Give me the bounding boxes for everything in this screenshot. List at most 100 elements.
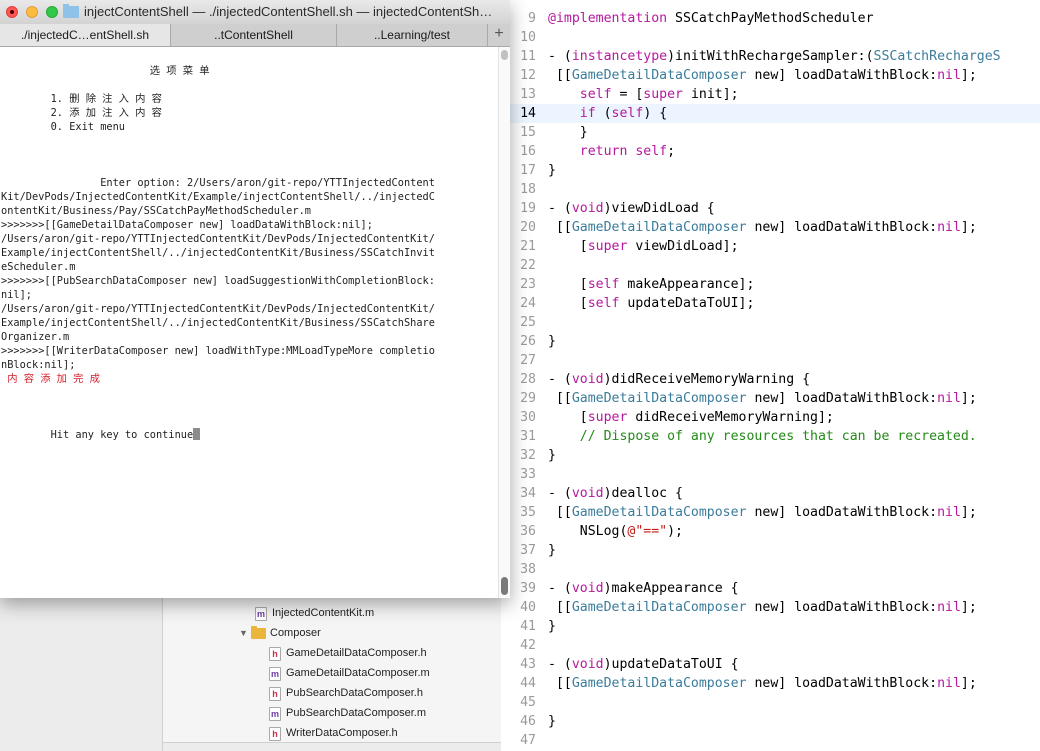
code-token: SSCatchRechargeS xyxy=(873,49,1001,64)
terminal-line-text: >>>>>>>[[PubSearchDataComposer new] load… xyxy=(1,275,435,287)
tab-injected-content-shell[interactable]: ./injectedC…entShell.sh xyxy=(0,24,171,46)
code-line[interactable]: 44 [[GameDetailDataComposer new] loadDat… xyxy=(500,674,1040,693)
terminal-line: nBlock:nil]; xyxy=(1,358,75,372)
line-number: 42 xyxy=(520,638,536,653)
text-cursor xyxy=(193,428,201,440)
code-line[interactable]: 16 return self; xyxy=(500,142,1040,161)
code-line[interactable]: 30 [super didReceiveMemoryWarning]; xyxy=(500,408,1040,427)
code-line[interactable]: 36 NSLog(@"=="); xyxy=(500,522,1040,541)
code-text: - (void)dealloc { xyxy=(548,484,683,503)
code-editor[interactable]: 9 @implementation SSCatchPayMethodSchedul… xyxy=(500,0,1040,751)
code-line[interactable]: 41} xyxy=(500,617,1040,636)
line-number: 43 xyxy=(520,657,536,672)
code-text: [[GameDetailDataComposer new] loadDataWi… xyxy=(548,218,977,237)
minimize-window-button[interactable] xyxy=(26,6,38,18)
code-token: [ xyxy=(548,410,588,425)
terminal-line: 选 项 菜 单 xyxy=(1,64,210,78)
terminal-titlebar[interactable]: injectContentShell — ./injectedContentSh… xyxy=(0,0,510,25)
disclosure-triangle-icon[interactable]: ▼ xyxy=(239,623,248,643)
code-line[interactable]: 33 xyxy=(500,465,1040,484)
code-line[interactable]: 9 @implementation SSCatchPayMethodSchedul… xyxy=(500,9,1040,28)
objc-source-file-icon: m xyxy=(269,667,281,681)
code-line[interactable]: 37} xyxy=(500,541,1040,560)
code-line[interactable]: 39- (void)makeAppearance { xyxy=(500,579,1040,598)
code-token: // Dispose of any resources that can be … xyxy=(579,429,977,444)
code-line[interactable]: 22 xyxy=(500,256,1040,275)
code-line[interactable]: 27 xyxy=(500,351,1040,370)
code-line[interactable]: 23 [self makeAppearance]; xyxy=(500,275,1040,294)
code-text: [[GameDetailDataComposer new] loadDataWi… xyxy=(548,66,977,85)
code-line[interactable]: 43 - (void)updateDataToUI { xyxy=(500,655,1040,674)
code-token: void xyxy=(571,486,604,501)
terminal-line: 内 容 添 加 完 成 xyxy=(1,372,100,386)
code-text: [super didReceiveMemoryWarning]; xyxy=(548,408,834,427)
code-line[interactable]: 20 [[GameDetailDataComposer new] loadDat… xyxy=(500,218,1040,237)
terminal-scrollbar[interactable] xyxy=(498,47,510,598)
code-token: self xyxy=(635,144,668,159)
code-line[interactable]: 26} xyxy=(500,332,1040,351)
code-line[interactable]: 31 // Dispose of any resources that can … xyxy=(500,427,1040,446)
code-token: } xyxy=(548,714,556,729)
code-line[interactable]: 15 } xyxy=(500,123,1040,142)
code-line[interactable]: 40 [[GameDetailDataComposer new] loadDat… xyxy=(500,598,1040,617)
zoom-window-button[interactable] xyxy=(46,6,58,18)
terminal-window: injectContentShell — ./injectedContentSh… xyxy=(0,0,510,598)
code-line[interactable]: 11- (instancetype)initWithRechargeSample… xyxy=(500,47,1040,66)
terminal-line-text: /Users/aron/git-repo/YTTInjectedContentK… xyxy=(1,303,435,315)
code-line[interactable]: 29 [[GameDetailDataComposer new] loadDat… xyxy=(500,389,1040,408)
code-line[interactable]: 32} xyxy=(500,446,1040,465)
code-token: ]; xyxy=(960,676,977,691)
code-line[interactable]: 13 self = [super init]; xyxy=(500,85,1040,104)
code-token: if xyxy=(579,106,596,121)
code-line[interactable]: 21 [super viewDidLoad]; xyxy=(500,237,1040,256)
code-token: @implementation xyxy=(548,11,668,26)
new-tab-button[interactable]: + xyxy=(488,24,510,46)
code-line[interactable]: 24 [self updateDataToUI]; xyxy=(500,294,1040,313)
terminal-line-text: nBlock:nil]; xyxy=(1,359,76,371)
code-line[interactable]: 28- (void)didReceiveMemoryWarning { xyxy=(500,370,1040,389)
code-token: self xyxy=(587,296,620,311)
code-token: )didReceiveMemoryWarning { xyxy=(603,372,811,387)
code-text: } xyxy=(548,446,556,465)
code-token: ]; xyxy=(960,220,977,235)
close-window-button[interactable] xyxy=(6,6,18,18)
code-line[interactable]: 18 xyxy=(500,180,1040,199)
code-line[interactable]: 12 [[GameDetailDataComposer new] loadDat… xyxy=(500,66,1040,85)
terminal-line: >>>>>>>[[GameDetailDataComposer new] loa… xyxy=(1,218,373,232)
code-line[interactable]: 46} xyxy=(500,712,1040,731)
code-text: [self makeAppearance]; xyxy=(548,275,755,294)
code-line[interactable]: 17} xyxy=(500,161,1040,180)
code-line[interactable]: 34- (void)dealloc { xyxy=(500,484,1040,503)
code-line[interactable]: 35 [[GameDetailDataComposer new] loadDat… xyxy=(500,503,1040,522)
code-text: } xyxy=(548,123,588,142)
scrollbar-thumb[interactable] xyxy=(501,577,508,595)
terminal-line: Kit/DevPods/InjectedContentKit/Example/i… xyxy=(1,190,435,204)
code-text: - (void)viewDidLoad { xyxy=(548,199,715,218)
code-token: } xyxy=(548,163,556,178)
code-line[interactable]: 25 xyxy=(500,313,1040,332)
code-token: [[ xyxy=(548,505,572,520)
code-line[interactable]: 14 if (self) { xyxy=(500,104,1040,123)
code-token: @"==" xyxy=(627,524,668,539)
terminal-line-text: nil]; xyxy=(1,289,32,301)
terminal-output[interactable]: 选 项 菜 单 1. 删 除 注 入 内 容 2. 添 加 注 入 内 容 0.… xyxy=(0,47,498,598)
terminal-line-text: Enter option: 2/Users/aron/git-repo/YTTI… xyxy=(1,177,435,189)
code-line[interactable]: 47 xyxy=(500,731,1040,750)
tab-content-shell[interactable]: ..tContentShell xyxy=(171,24,337,46)
code-line[interactable]: 42 xyxy=(500,636,1040,655)
code-token: makeAppearance]; xyxy=(619,277,755,292)
project-navigator: m InjectedContentKit.m ▼ Composer h GameDetai… xyxy=(162,598,501,751)
code-token: } xyxy=(548,448,556,463)
code-line[interactable]: 45 xyxy=(500,693,1040,712)
terminal-line: 0. Exit menu xyxy=(1,120,125,134)
tab-learning-test[interactable]: ..Learning/test xyxy=(337,24,488,46)
code-token: = [ xyxy=(611,87,644,102)
code-text: if (self) { xyxy=(548,104,667,123)
code-line[interactable]: 19- (void)viewDidLoad { xyxy=(500,199,1040,218)
code-token: nil xyxy=(937,676,961,691)
code-line[interactable]: 10 xyxy=(500,28,1040,47)
terminal-line: Example/injectContentShell/../injectedCo… xyxy=(1,246,435,260)
code-line[interactable]: 38 xyxy=(500,560,1040,579)
code-text: - (void)updateDataToUI { xyxy=(548,655,739,674)
code-token: void xyxy=(571,581,604,596)
